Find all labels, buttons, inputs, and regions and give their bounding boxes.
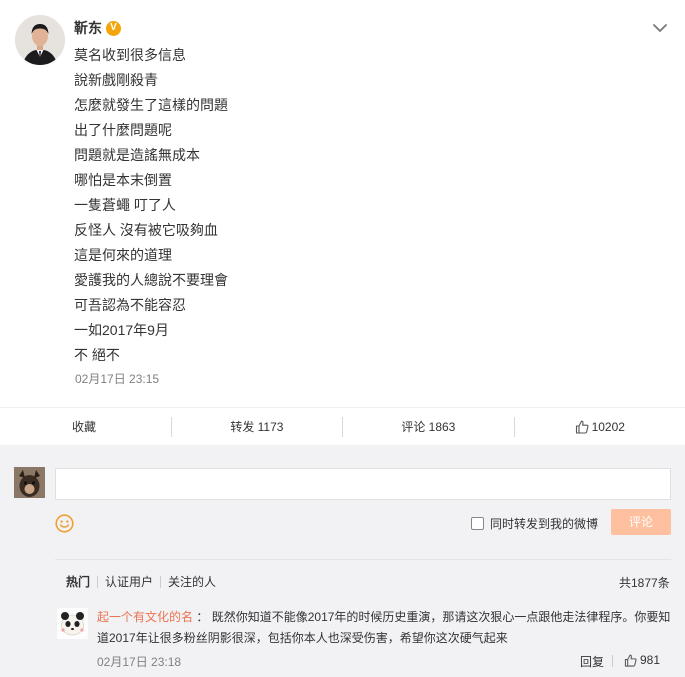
post-line: 怎麼就發生了這樣的問題	[74, 97, 228, 113]
like-count: 10202	[591, 419, 625, 434]
comment-body: 起一个有文化的名 ： 既然你知道不能像2017年的时候历史重演，那请这次狠心一点…	[97, 607, 675, 649]
commenter-avatar[interactable]	[57, 608, 88, 639]
emoji-smile-icon[interactable]	[55, 514, 74, 533]
collect-button[interactable]: 收藏	[0, 417, 171, 437]
reply-button[interactable]: 回复	[580, 653, 604, 670]
author-info: 靳东 V	[74, 18, 121, 38]
comment-total: 共1877条	[619, 576, 670, 590]
author-name[interactable]: 靳东	[74, 18, 102, 38]
comment-colon: ：	[196, 610, 209, 624]
forward-option-label: 同时转发到我的微博	[490, 517, 599, 531]
verified-badge-icon: V	[106, 20, 121, 36]
forward-label: 转发 1173	[230, 419, 284, 434]
comment-like-count: 981	[640, 653, 661, 667]
filter-following[interactable]: 关注的人	[168, 573, 216, 590]
comment-action-divider	[612, 655, 613, 667]
post-line: 出了什麼問題呢	[74, 122, 172, 138]
comment-section: 同时转发到我的微博 评论 热门 认证用户 关注的人 共1877条 起一个有文化的…	[0, 445, 685, 677]
forward-checkbox[interactable]	[471, 517, 484, 530]
post-line: 愛護我的人總說不要理會	[74, 272, 228, 288]
comment-input[interactable]	[55, 468, 671, 500]
post-line: 可吾認為不能容忍	[74, 297, 186, 313]
post-text: 莫名收到很多信息 說新戲剛殺青 怎麼就發生了這樣的問題 出了什麼問題呢 問題就是…	[74, 43, 228, 368]
comment-button[interactable]: 评论 1863	[343, 417, 513, 437]
submit-comment-button[interactable]: 评论	[611, 509, 671, 535]
my-avatar[interactable]	[14, 467, 45, 498]
post-timestamp[interactable]: 02月17日 23:15	[75, 370, 159, 387]
post-line: 一隻蒼蠅 叮了人	[74, 197, 176, 213]
filter-verified[interactable]: 认证用户	[105, 573, 153, 590]
filter-divider	[97, 575, 99, 588]
chevron-down-icon[interactable]	[652, 22, 668, 34]
post-line: 哪怕是本末倒置	[74, 172, 172, 188]
forward-to-weibo-option[interactable]: 同时转发到我的微博	[471, 515, 598, 532]
forward-button[interactable]: 转发 1173	[172, 417, 342, 437]
thumbs-up-icon	[575, 420, 589, 434]
comment-divider	[55, 559, 671, 560]
post-line: 問題就是造謠無成本	[74, 147, 200, 163]
post-line: 一如2017年9月	[74, 322, 169, 338]
post-action-bar: 收藏 转发 1173 评论 1863 10202	[0, 407, 685, 445]
filter-hot[interactable]: 热门	[66, 573, 90, 590]
post-line: 這是何來的道理	[74, 247, 172, 263]
comment-label: 评论 1863	[401, 419, 456, 434]
commenter-name[interactable]: 起一个有文化的名	[97, 610, 193, 624]
post-line: 莫名收到很多信息	[74, 47, 186, 63]
comment-like-button[interactable]: 981	[624, 653, 660, 667]
collect-label: 收藏	[72, 419, 97, 434]
filter-divider	[160, 575, 162, 588]
like-button[interactable]: 10202	[515, 417, 685, 437]
weibo-post: 靳东 V 莫名收到很多信息 說新戲剛殺青 怎麼就發生了這樣的問題 出了什麼問題呢…	[0, 0, 685, 407]
comment-timestamp: 02月17日 23:18	[97, 655, 182, 669]
author-avatar[interactable]	[15, 15, 65, 65]
post-line: 說新戲剛殺青	[74, 72, 158, 88]
post-line: 不 絕不	[74, 347, 120, 363]
thumbs-up-icon	[624, 654, 637, 667]
comment-filter-bar: 热门 认证用户 关注的人	[66, 573, 216, 590]
post-line: 反怪人 沒有被它吸夠血	[74, 222, 218, 238]
